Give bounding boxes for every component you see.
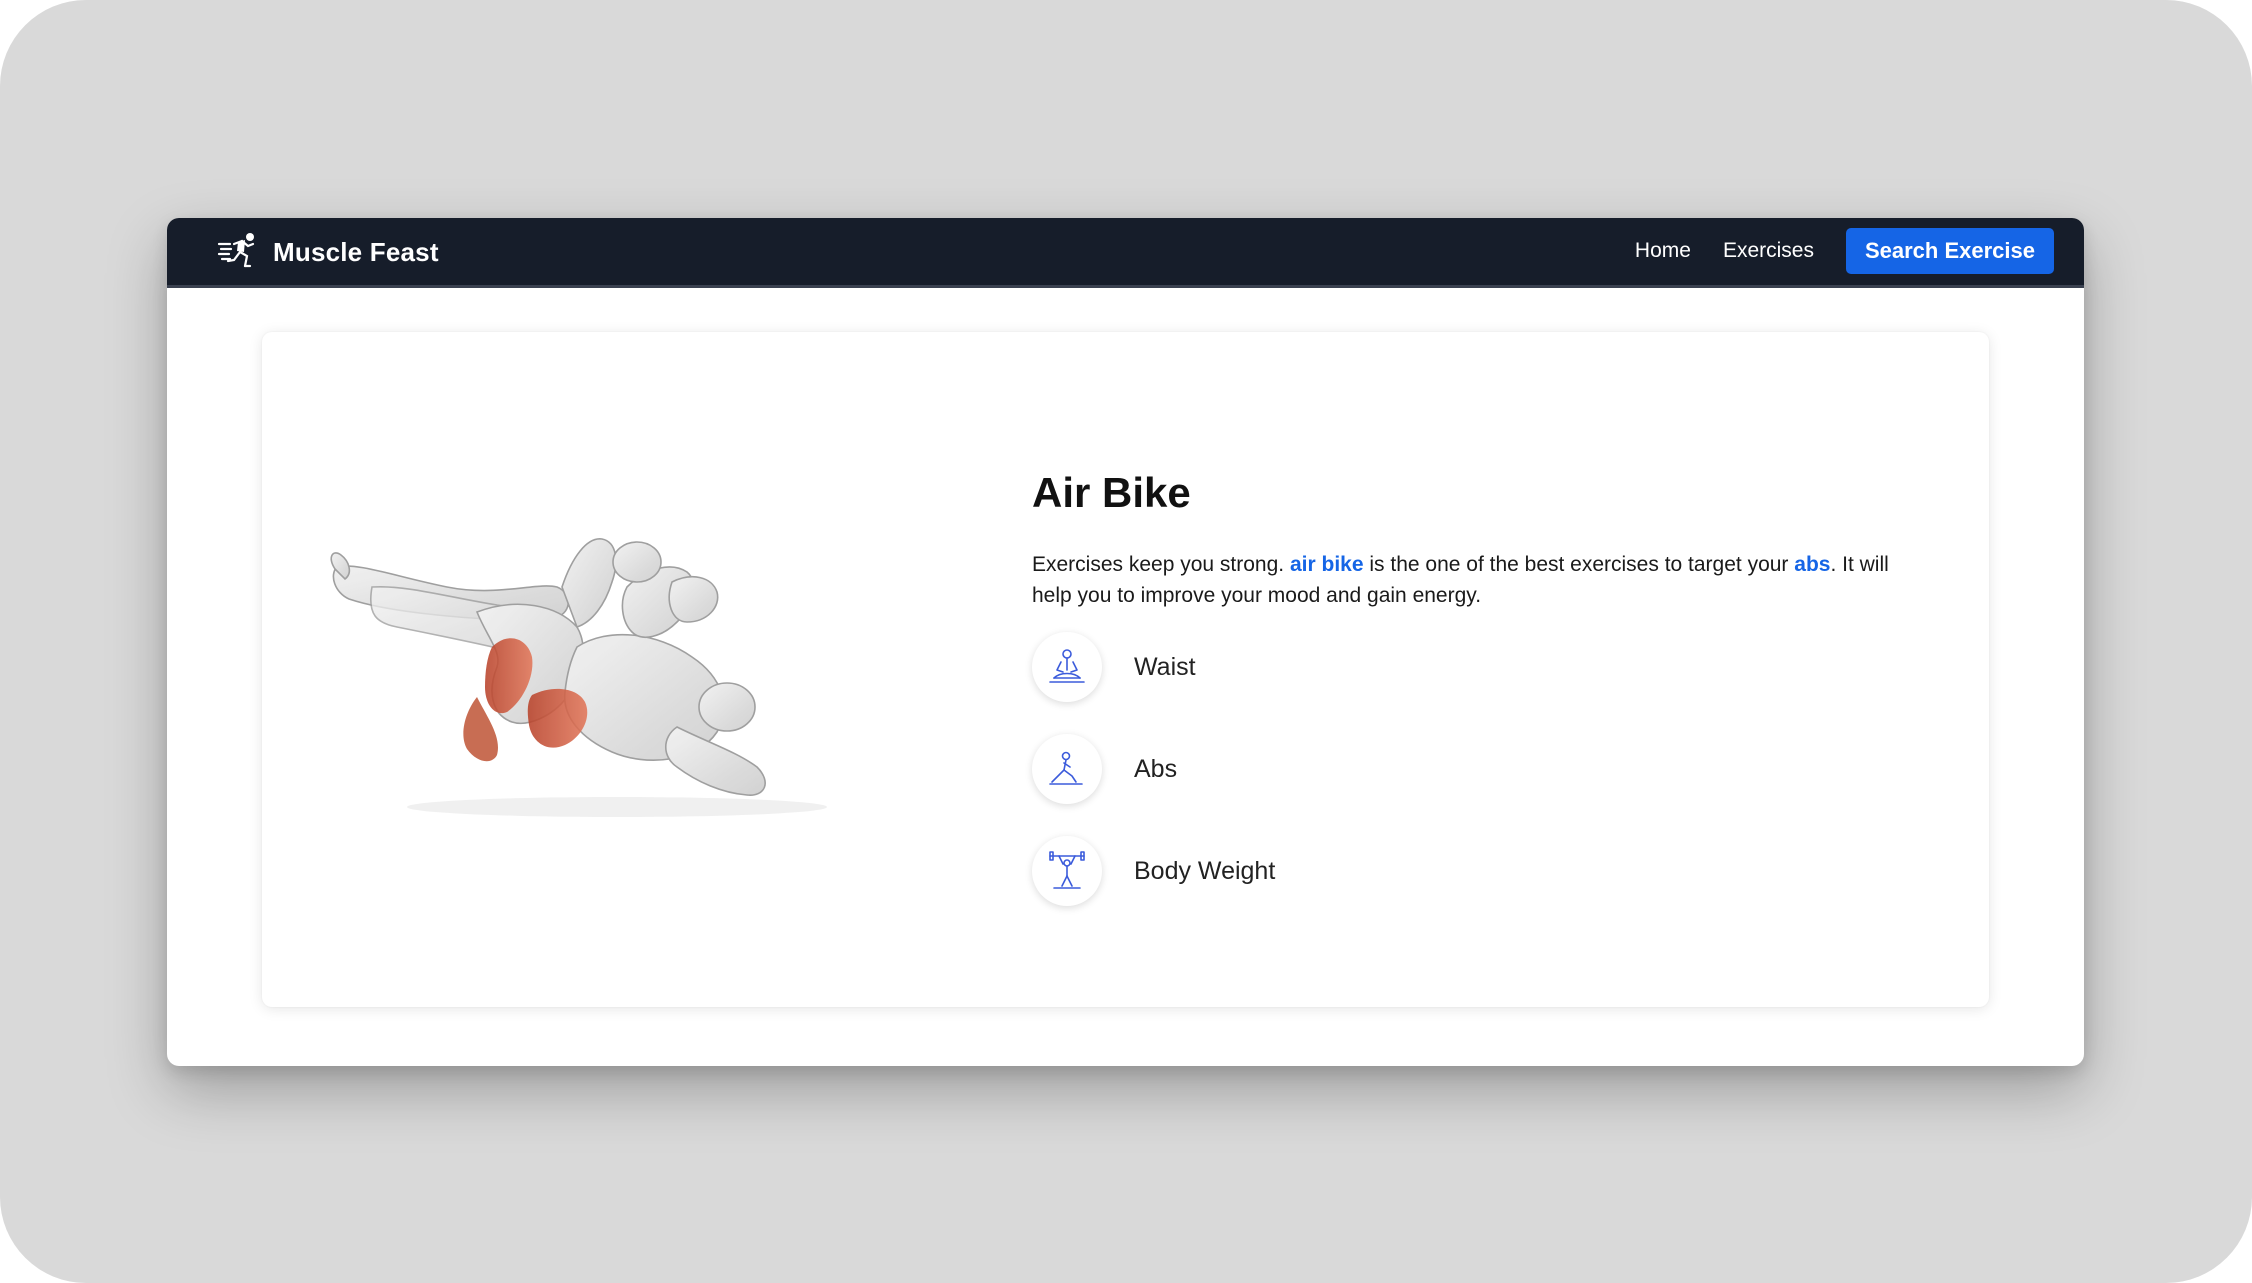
navbar: Muscle Feast Home Exercises Search Exerc…	[167, 218, 2084, 288]
target-muscle-link[interactable]: abs	[1794, 553, 1830, 576]
tag-badge	[1032, 734, 1102, 804]
running-man-icon	[217, 233, 255, 268]
desktop-backdrop: Muscle Feast Home Exercises Search Exerc…	[0, 0, 2252, 1283]
nav-link-exercises[interactable]: Exercises	[1723, 239, 1814, 263]
weightlifter-icon	[1049, 851, 1085, 889]
nav-link-home[interactable]: Home	[1635, 239, 1691, 263]
tag-body-part: Waist	[1032, 631, 1932, 703]
tag-label: Body Weight	[1134, 856, 1276, 885]
description-middle: is the one of the best exercises to targ…	[1369, 553, 1789, 576]
exercise-info: Air Bike Exercises keep you strong. air …	[1032, 467, 1932, 937]
brand-name: Muscle Feast	[273, 236, 439, 267]
air-bike-exercise-illustration	[330, 538, 827, 817]
exercise-detail-card: Air Bike Exercises keep you strong. air …	[262, 332, 1989, 1007]
tag-label: Abs	[1134, 754, 1178, 783]
brand[interactable]: Muscle Feast	[217, 230, 439, 274]
browser-window: Muscle Feast Home Exercises Search Exerc…	[167, 218, 2084, 1066]
tag-equipment: Body Weight	[1032, 835, 1932, 907]
exercise-title: Air Bike	[1032, 469, 1191, 516]
meditation-icon	[1049, 649, 1085, 683]
exercise-name-link[interactable]: air bike	[1290, 553, 1364, 576]
nav-links: Home Exercises Search Exercise	[1635, 228, 2054, 274]
exercise-tags: Waist Abs Body Weight	[1032, 631, 1932, 907]
tag-badge	[1032, 632, 1102, 702]
tag-label: Waist	[1134, 652, 1196, 681]
tag-target: Abs	[1032, 733, 1932, 805]
search-exercise-button[interactable]: Search Exercise	[1845, 228, 2054, 274]
exercise-description: Exercises keep you strong. air bike is t…	[1032, 549, 1932, 611]
lunge-stretch-icon	[1049, 751, 1083, 785]
tag-badge	[1032, 836, 1102, 906]
description-prefix: Exercises keep you strong.	[1032, 553, 1285, 576]
